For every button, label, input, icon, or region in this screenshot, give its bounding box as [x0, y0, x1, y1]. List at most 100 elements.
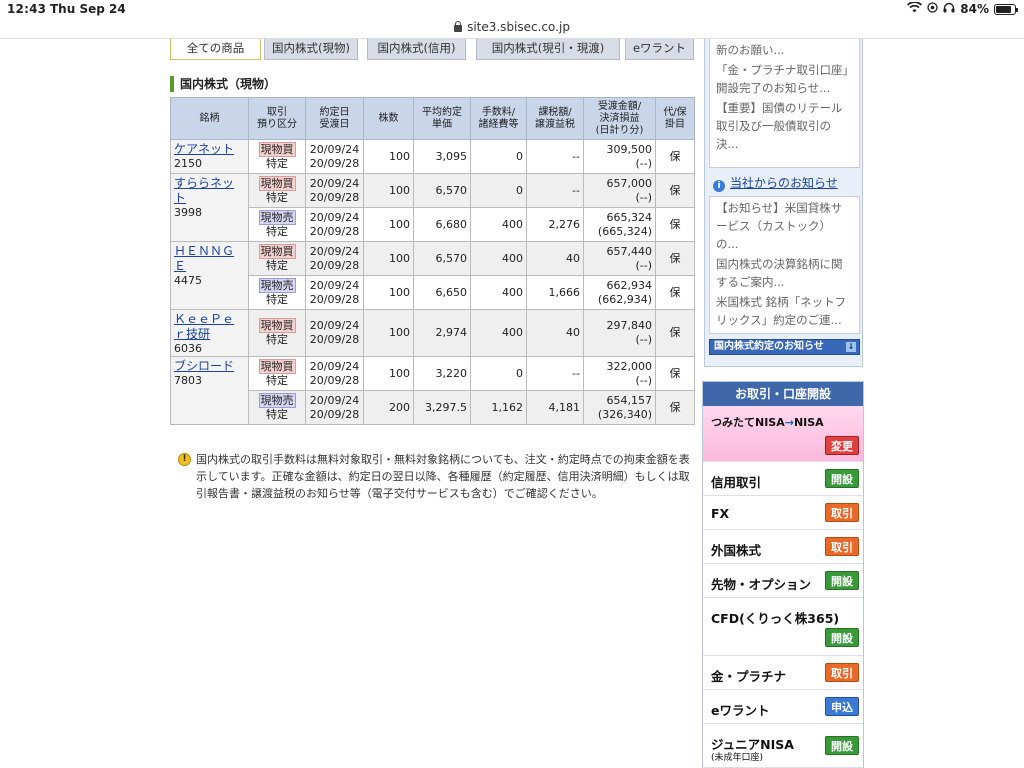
nisa-row: つみたてNISA→NISA 変更 — [703, 406, 863, 462]
stock-code: 2150 — [174, 157, 202, 170]
account-item-label: 金・プラチナ — [711, 669, 787, 684]
amount-cell: 657,000 (--) — [583, 173, 656, 208]
price-cell: 6,570 — [413, 241, 471, 276]
trade-type: 現物買 — [258, 318, 296, 333]
trade-date: 20/09/24 — [309, 244, 360, 258]
price-cell: 6,570 — [413, 173, 471, 208]
hold-cell: 保 — [655, 173, 695, 208]
settlement-amount: 654,157 — [606, 393, 653, 407]
account-item-button[interactable]: 取引 — [825, 537, 859, 556]
date-cell: 20/09/24 20/09/28 — [305, 309, 364, 357]
quantity-cell: 100 — [363, 207, 414, 242]
account-item-button[interactable]: 申込 — [825, 697, 859, 716]
tab-all[interactable]: 全ての商品 — [170, 39, 261, 60]
trade-type-cell: 現物買 特定 — [248, 139, 306, 174]
news-item[interactable]: 「金・プラチナ取引口座」開設完了のお知らせ... — [716, 61, 853, 97]
news-item[interactable]: 国内株式の決算銘柄に関するご案内... — [716, 255, 853, 291]
execution-notice-banner[interactable]: 国内株式約定のお知らせ ↓ — [709, 339, 860, 355]
settle-date: 20/09/28 — [309, 258, 360, 272]
stock-name-link[interactable]: ケアネット — [174, 142, 234, 156]
table-row: すららネット 3998 現物買 特定 20/09/24 20/09/28 100 6,570 0… — [170, 173, 695, 242]
trade-date: 20/09/24 — [309, 142, 360, 156]
profit-loss: (665,324) — [597, 224, 652, 238]
status-right: 84% — [907, 1, 1018, 16]
settle-date: 20/09/28 — [309, 373, 360, 387]
quantity-cell: 100 — [363, 241, 414, 276]
profit-loss: (662,934) — [597, 292, 652, 306]
hold-cell: 保 — [655, 207, 695, 242]
date-cell: 20/09/24 20/09/28 — [305, 207, 364, 242]
top-news-list: 新のお願い... 「金・プラチナ取引口座」開設完了のお知らせ... 【重要】国債… — [709, 39, 860, 168]
date-cell: 20/09/24 20/09/28 — [305, 173, 364, 208]
download-icon: ↓ — [846, 342, 856, 352]
quantity-cell: 100 — [363, 356, 414, 391]
nisa-change-button[interactable]: 変更 — [825, 436, 859, 455]
tab-domestic-delivery[interactable]: 国内株式(現引・現渡) — [476, 39, 620, 60]
amount-cell: 665,324 (665,324) — [583, 207, 656, 242]
trade-type: 現物買 — [258, 358, 296, 374]
account-panel-title: お取引・口座開設 — [703, 382, 863, 406]
battery-icon — [994, 3, 1018, 15]
stock-name-link[interactable]: ＫｅｅＰｅｒ技研 — [174, 312, 234, 341]
arrow-icon: → — [784, 416, 794, 429]
profit-loss: (--) — [635, 156, 652, 170]
trade-type: 現物売 — [258, 277, 296, 293]
price-cell: 6,680 — [413, 207, 471, 242]
hold-cell: 保 — [655, 356, 695, 391]
stock-name-link[interactable]: すららネット — [174, 176, 234, 205]
company-news-label: 当社からのお知らせ — [730, 176, 838, 190]
stock-cell: ブシロード 7803 — [170, 356, 249, 425]
column-header: 株数 — [363, 97, 414, 140]
fee-cell: 400 — [470, 275, 527, 310]
news-item[interactable]: 【お知らせ】米国貸株サービス（カストック）の... — [716, 199, 853, 253]
account-type: 特定 — [266, 190, 288, 204]
news-item[interactable]: 米国株式 銘柄「ネットフリックス」約定のご連... — [716, 293, 853, 329]
account-item-button[interactable]: 開設 — [825, 628, 859, 647]
tax-cell: 40 — [526, 309, 584, 357]
hold-cell: 保 — [655, 309, 695, 357]
tax-cell: -- — [526, 173, 584, 208]
amount-cell: 654,157 (326,340) — [583, 390, 656, 425]
account-item-row: FX 取引 — [703, 496, 863, 530]
account-item-row: 金・プラチナ 取引 — [703, 656, 863, 690]
notice-text: 国内株式の取引手数料は無料対象取引・無料対象銘柄についても、注文・約定時点での拘… — [196, 453, 690, 500]
stock-code: 7803 — [174, 374, 202, 387]
news-item[interactable]: 新のお願い... — [716, 41, 853, 59]
tab-e-warrant[interactable]: eワラント — [625, 39, 694, 60]
account-item-button[interactable]: 取引 — [825, 663, 859, 682]
stock-code: 4475 — [174, 274, 202, 287]
quantity-cell: 200 — [363, 390, 414, 425]
trade-type-cell: 現物買 特定 — [248, 309, 306, 357]
stock-cell: ＨＥＮＮＧＥ 4475 — [170, 241, 249, 310]
column-header: 取引 預り区分 — [248, 97, 306, 140]
nisa-suffix: NISA — [793, 416, 824, 429]
company-news-link[interactable]: i 当社からのお知らせ — [713, 174, 838, 192]
trade-date: 20/09/24 — [309, 319, 360, 332]
settlement-amount: 297,840 — [606, 319, 653, 332]
address-bar[interactable]: site3.sbisec.co.jp — [0, 20, 1024, 38]
account-item-button[interactable]: 開設 — [825, 736, 859, 755]
profit-loss: (--) — [635, 258, 652, 272]
news-panel: 新のお願い... 「金・プラチナ取引口座」開設完了のお知らせ... 【重要】国債… — [704, 39, 863, 367]
account-item-button[interactable]: 開設 — [825, 469, 859, 488]
trade-type-cell: 現物買 特定 — [248, 241, 306, 276]
company-news-list: 【お知らせ】米国貸株サービス（カストック）の... 国内株式の決算銘柄に関するご… — [709, 196, 860, 334]
news-item[interactable]: 【重要】国債のリテール取引及び一般債取引の決... — [716, 99, 853, 153]
stock-cell: ケアネット 2150 — [170, 139, 249, 174]
account-item-button[interactable]: 開設 — [825, 571, 859, 590]
stock-name-link[interactable]: ブシロード — [174, 359, 234, 373]
wifi-icon — [907, 1, 923, 16]
tab-domestic-margin[interactable]: 国内株式(信用) — [367, 39, 466, 60]
headphones-icon — [943, 2, 955, 16]
trade-type-cell: 現物売 特定 — [248, 207, 306, 242]
account-item-label: 外国株式 — [711, 543, 762, 558]
account-item-button[interactable]: 取引 — [825, 503, 859, 522]
warning-icon: ! — [178, 453, 191, 466]
tab-domestic-cash[interactable]: 国内株式(現物) — [264, 39, 358, 60]
account-item-row: 外国株式 取引 — [703, 530, 863, 564]
stock-name-link[interactable]: ＨＥＮＮＧＥ — [174, 244, 234, 273]
stock-code: 3998 — [174, 206, 202, 219]
account-item-label: 信用取引 — [711, 475, 762, 490]
trade-type: 現物買 — [258, 141, 296, 157]
hold-cell: 保 — [655, 275, 695, 310]
